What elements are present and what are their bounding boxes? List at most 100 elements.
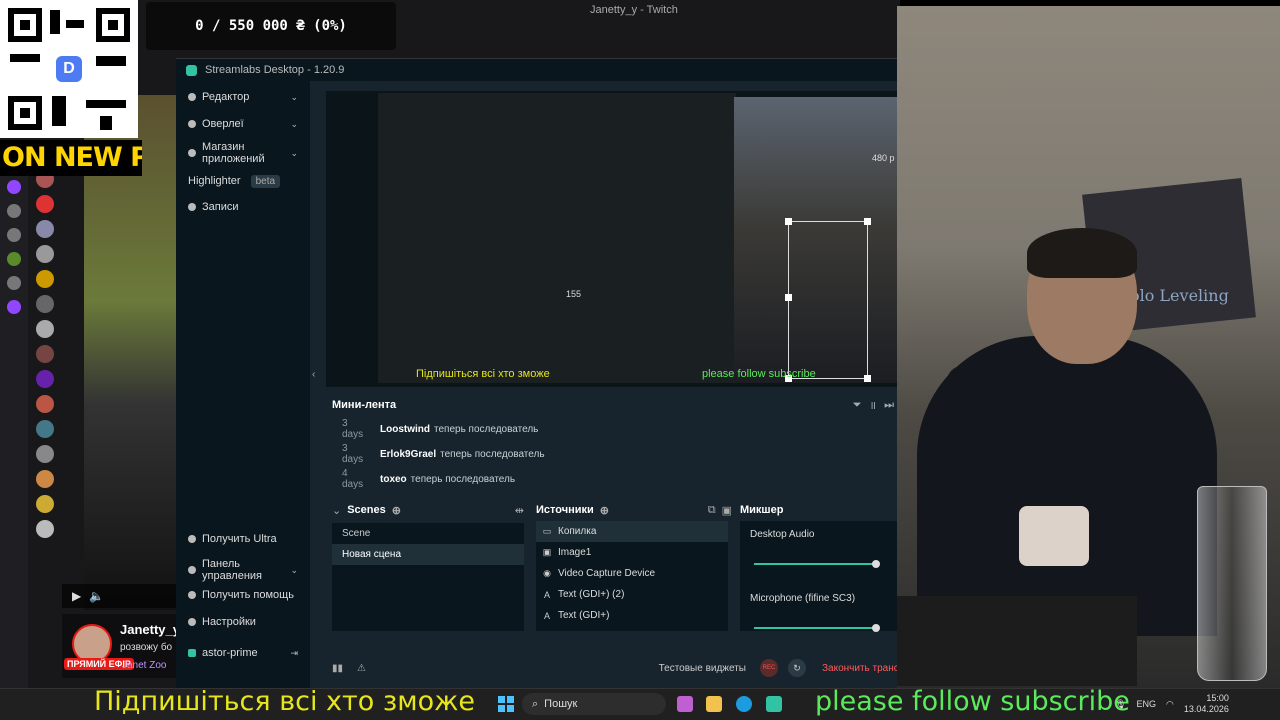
nav-overlays[interactable]: Оверлеї ⌄ [176,116,310,132]
edge-icon[interactable] [736,696,752,712]
volume-knob[interactable] [871,560,880,568]
rail-icon[interactable] [7,204,21,218]
followed-channels-list [36,170,58,545]
file-explorer-icon[interactable] [706,696,722,712]
list-item: 3 days Loostwind теперь последователь [322,417,898,441]
avatar[interactable] [36,320,54,338]
clock[interactable]: 15:00 13.04.2026 [1184,693,1229,715]
source-selection-box[interactable] [785,218,871,382]
performance-icon[interactable]: ▮▮ [332,663,343,674]
scenes-title: Scenes [347,504,386,516]
avatar[interactable] [36,195,54,213]
source-item[interactable]: A Text (GDI+) [536,605,728,626]
source-item[interactable]: ▭ Копилка [536,521,728,542]
volume-knob[interactable] [871,624,880,632]
stream-game[interactable]: Janet Zoo [122,660,166,671]
resize-handle[interactable] [864,375,871,382]
avatar[interactable] [36,470,54,488]
twitch-logo-icon[interactable] [7,180,21,194]
mixer-track-name: Microphone (fifine SC3) [750,593,856,604]
window-titlebar[interactable]: Streamlabs Desktop - 1.20.9 [176,59,898,81]
avatar[interactable] [36,420,54,438]
clock-time: 15:00 [1206,693,1229,703]
text-icon: A [543,610,550,621]
qr-module [100,116,112,130]
browser-tab-title[interactable]: Janetty_y - Twitch [590,4,678,16]
add-scene-icon[interactable]: ⊕ [392,504,401,517]
avatar[interactable] [36,395,54,413]
nav-dashboard[interactable]: Панель управления ⌄ [176,557,310,583]
feed-user: toxeo [380,473,407,485]
rail-icon[interactable] [7,228,21,242]
mixer-track-name: Desktop Audio [750,529,815,540]
avatar[interactable] [36,245,54,263]
skip-icon[interactable]: ⏭ [884,399,894,412]
nav-get-ultra[interactable]: Получить Ultra [176,531,310,547]
nav-label: Панель управления [202,558,262,582]
avatar[interactable] [36,495,54,513]
nav-recordings[interactable]: Записи [176,199,310,215]
nav-editor[interactable]: Редактор ⌄ [176,89,310,105]
record-button[interactable]: REC [760,659,778,677]
microphone-icon[interactable]: 🎙 [1115,699,1126,710]
rail-icon[interactable] [7,276,21,290]
channel-name[interactable]: Janetty_y [120,622,180,637]
test-widgets-button[interactable]: Тестовые виджеты [659,663,746,674]
nav-get-help[interactable]: Получить помощь [176,587,310,603]
streamer-hair [1027,228,1137,278]
resize-handle[interactable] [864,218,871,225]
nav-account[interactable]: astor-prime ⇥ [176,645,310,661]
source-item[interactable]: A Text (GDI+) (2) [536,584,728,605]
nav-label: Highlighter [188,175,241,187]
collapse-sidebar-icon[interactable]: ‹ [312,369,315,380]
volume-slider[interactable] [754,560,880,568]
end-stream-button[interactable]: Закончить трансляцию [822,663,898,674]
avatar[interactable] [36,295,54,313]
rail-icon[interactable] [7,300,21,314]
avatar[interactable] [36,270,54,288]
studio-preview[interactable]: 480 p 155 Підпишіться всі хто зможе plea… [326,91,898,387]
language-indicator[interactable]: ENG [1136,699,1156,709]
resize-handle[interactable] [785,294,792,301]
replay-buffer-button[interactable]: ↻ [788,659,806,677]
volume-icon[interactable]: 🔈 [89,589,104,603]
source-item[interactable]: ▣ Image1 [536,542,728,563]
play-icon[interactable]: ▶ [72,589,81,603]
wifi-icon[interactable]: ◠ [1166,699,1174,710]
resize-handle[interactable] [785,218,792,225]
streamlabs-taskbar-icon[interactable] [766,696,782,712]
nav-settings[interactable]: Настройки [176,614,310,630]
streamlabs-window: Streamlabs Desktop - 1.20.9 Редактор ⌄ О… [176,58,898,689]
notifications-icon[interactable]: ⚠ [357,663,366,674]
volume-slider[interactable] [754,624,880,632]
nav-highlighter[interactable]: Highlighter beta [176,172,310,190]
volume-fill [754,563,876,565]
rail-icon[interactable] [7,252,21,266]
taskbar-search[interactable]: ⌕ Пошук [522,693,666,715]
avatar[interactable] [36,520,54,538]
avatar[interactable] [36,220,54,238]
mixer-title: Микшер [740,504,784,516]
nav-app-store[interactable]: Магазин приложений ⌄ [176,139,310,167]
source-item[interactable]: ◉ Video Capture Device [536,563,728,584]
logout-icon[interactable]: ⇥ [290,648,298,659]
scene-item[interactable]: Новая сцена [332,544,524,565]
folder-add-icon[interactable]: ▣ [722,504,732,517]
avatar[interactable] [36,345,54,363]
add-source-icon[interactable]: ⊕ [600,504,609,517]
chevron-down-icon[interactable]: ⌄ [332,504,341,517]
avatar[interactable] [36,370,54,388]
source-tools-icon[interactable]: ⧉ [708,504,716,517]
filter-icon[interactable]: ⏷ [853,399,862,412]
windows-start-icon[interactable] [498,696,514,712]
caption-ua: Підпишіться всі хто зможе [94,686,476,717]
scene-item[interactable]: Scene [332,523,524,544]
recordings-icon [188,203,196,211]
avatar[interactable] [36,445,54,463]
qr-finder [96,8,130,42]
copilot-icon[interactable] [677,696,693,712]
nav-label: Редактор [202,91,250,103]
pause-icon[interactable]: ॥ [870,398,877,413]
transition-icon[interactable]: ⇹ [515,504,524,517]
scenes-header: ⌄ Scenes ⊕ ⇹ [332,499,524,521]
